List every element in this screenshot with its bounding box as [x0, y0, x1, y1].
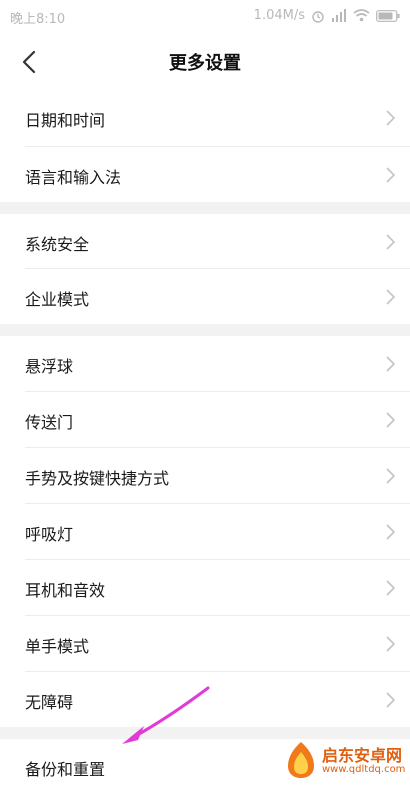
- settings-item-portal[interactable]: 传送门: [0, 392, 410, 448]
- group-separator: [0, 324, 410, 336]
- wifi-icon: [353, 9, 370, 22]
- chevron-right-icon: [386, 636, 396, 652]
- watermark: 启东安卓网 www.qdltdq.com: [284, 738, 406, 784]
- settings-item-system-security[interactable]: 系统安全: [0, 214, 410, 270]
- chevron-right-icon: [386, 356, 396, 372]
- settings-item-language-input[interactable]: 语言和输入法: [0, 147, 410, 203]
- signal-icon: [331, 9, 347, 22]
- settings-item-date-time[interactable]: 日期和时间: [0, 90, 410, 146]
- settings-item-label: 日期和时间: [25, 111, 106, 130]
- page-title: 更多设置: [169, 53, 241, 74]
- settings-item-floating-ball[interactable]: 悬浮球: [0, 336, 410, 392]
- settings-item-label: 耳机和音效: [25, 581, 106, 600]
- chevron-right-icon: [386, 468, 396, 484]
- status-bar: 晚上8:10 1.04M/s: [0, 0, 410, 34]
- alarm-icon: [311, 9, 325, 23]
- chevron-right-icon: [386, 234, 396, 250]
- settings-item-label: 单手模式: [25, 637, 90, 656]
- chevron-right-icon: [386, 692, 396, 708]
- watermark-logo-icon: [288, 742, 314, 778]
- chevron-right-icon: [386, 580, 396, 596]
- chevron-right-icon: [386, 167, 396, 183]
- annotation-arrow-icon: [122, 686, 210, 744]
- status-icons: 1.04M/s: [254, 8, 400, 23]
- settings-item-label: 企业模式: [25, 290, 90, 309]
- chevron-right-icon: [386, 289, 396, 305]
- settings-item-label: 手势及按键快捷方式: [25, 469, 170, 488]
- watermark-name: 启东安卓网: [322, 746, 403, 765]
- status-time: 晚上8:10: [10, 12, 66, 27]
- chevron-right-icon: [386, 110, 396, 126]
- group-separator: [0, 202, 410, 214]
- settings-item-enterprise-mode[interactable]: 企业模式: [0, 269, 410, 325]
- header: 更多设置: [0, 34, 410, 88]
- watermark-url: www.qdltdq.com: [322, 764, 406, 775]
- settings-item-gesture-shortcuts[interactable]: 手势及按键快捷方式: [0, 448, 410, 504]
- battery-icon: [376, 9, 400, 22]
- settings-item-headphones-audio[interactable]: 耳机和音效: [0, 560, 410, 616]
- settings-item-label: 备份和重置: [25, 760, 106, 779]
- settings-item-label: 系统安全: [25, 235, 90, 254]
- settings-item-one-hand-mode[interactable]: 单手模式: [0, 616, 410, 672]
- chevron-right-icon: [386, 524, 396, 540]
- settings-item-label: 传送门: [25, 413, 74, 432]
- chevron-right-icon: [386, 412, 396, 428]
- settings-item-label: 无障碍: [25, 693, 74, 712]
- settings-item-label: 呼吸灯: [25, 525, 74, 544]
- settings-item-breathing-light[interactable]: 呼吸灯: [0, 504, 410, 560]
- settings-item-label: 语言和输入法: [25, 168, 122, 187]
- settings-item-label: 悬浮球: [25, 357, 74, 376]
- network-speed: 1.04M/s: [253, 8, 305, 23]
